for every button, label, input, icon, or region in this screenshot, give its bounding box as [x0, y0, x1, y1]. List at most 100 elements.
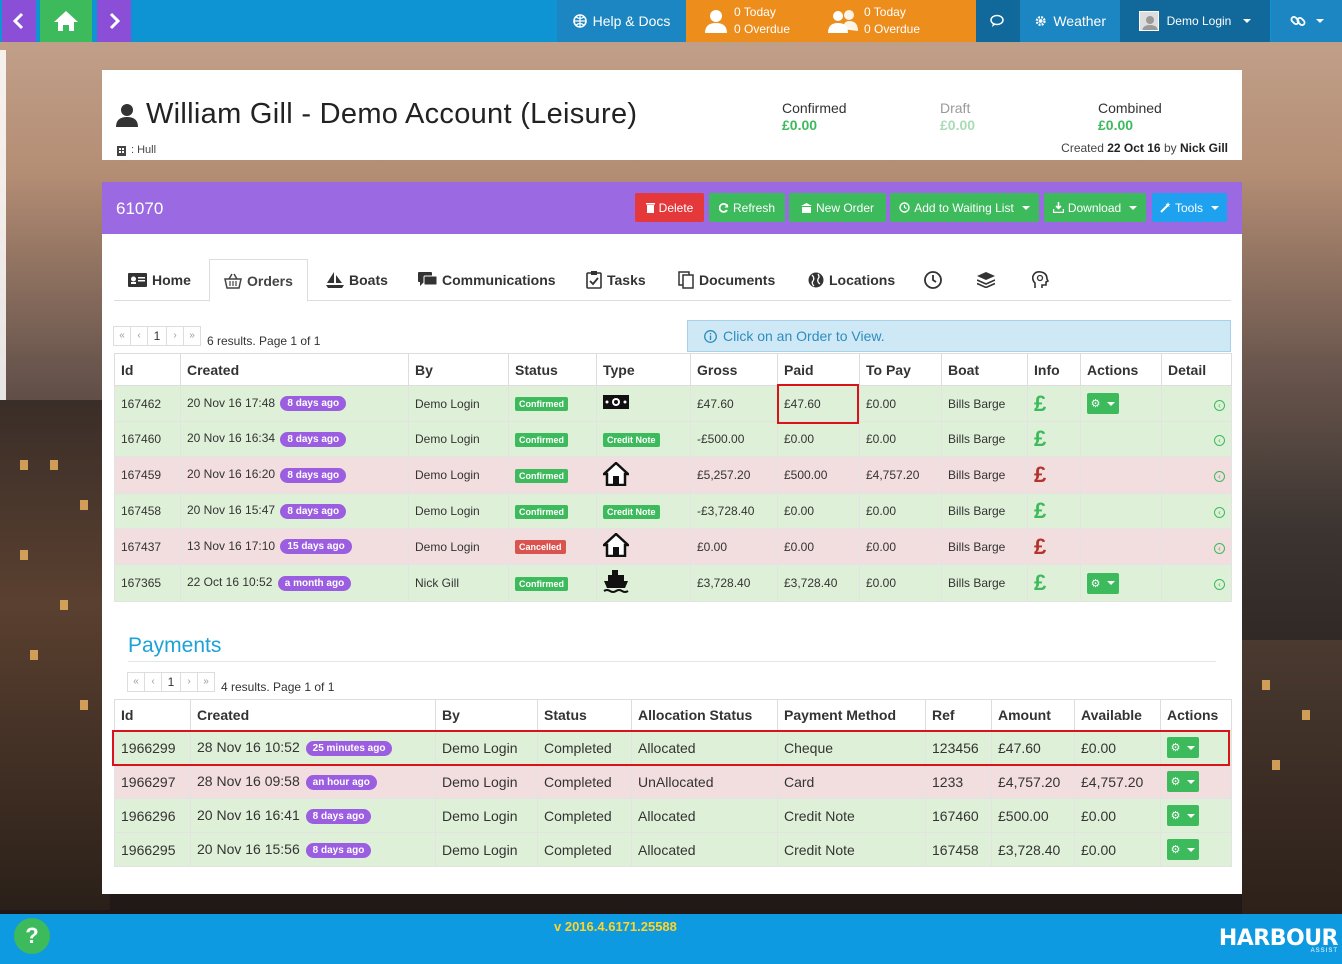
column-header[interactable]: Detail [1161, 353, 1232, 386]
user-alerts[interactable]: 0 Today 0 Overdue [704, 4, 790, 38]
column-header[interactable]: Gross [690, 353, 778, 386]
pound-icon[interactable]: £ [1034, 462, 1046, 487]
column-header[interactable]: Allocation Status [631, 699, 778, 731]
delete-button[interactable]: Delete [635, 193, 704, 222]
detail-arrow-icon[interactable]: ‹ [1214, 542, 1225, 554]
column-header[interactable]: Amount [991, 699, 1075, 731]
column-header[interactable]: Boat [941, 353, 1028, 386]
column-header[interactable]: Id [114, 353, 181, 386]
new-order-button[interactable]: New Order [789, 193, 886, 222]
first-page-button[interactable]: « [127, 672, 145, 692]
pound-icon[interactable]: £ [1034, 570, 1046, 595]
pound-icon[interactable]: £ [1034, 391, 1046, 416]
group-alerts[interactable]: 0 Today 0 Overdue [828, 4, 920, 38]
table-row[interactable]: 167460 20 Nov 16 16:34 8 days ago Demo L… [114, 421, 1232, 457]
tab-history[interactable] [924, 259, 942, 301]
table-row[interactable]: 167437 13 Nov 16 17:10 15 days ago Demo … [114, 528, 1232, 565]
tab-documents[interactable]: Documents [678, 259, 775, 301]
row-actions-button[interactable]: ⚙ [1167, 805, 1199, 826]
column-header[interactable]: Created [180, 353, 409, 386]
tools-button[interactable]: Tools [1152, 193, 1227, 222]
detail-arrow-icon[interactable]: ‹ [1214, 399, 1225, 411]
column-header[interactable]: To Pay [859, 353, 942, 386]
tab-orders[interactable]: Orders [209, 259, 308, 302]
order-info: £ [1027, 456, 1081, 494]
column-header[interactable]: By [408, 353, 509, 386]
table-row[interactable]: 167462 20 Nov 16 17:48 8 days ago Demo L… [114, 385, 1232, 422]
detail-arrow-icon[interactable]: ‹ [1214, 579, 1225, 590]
row-actions-button[interactable]: ⚙ [1167, 839, 1199, 860]
chat-button[interactable] [976, 0, 1020, 42]
next-page-button[interactable]: › [180, 672, 198, 692]
last-page-button[interactable]: » [197, 672, 215, 692]
prev-page-button[interactable]: ‹ [144, 672, 162, 692]
column-header[interactable]: Actions [1160, 699, 1232, 731]
column-header[interactable]: Actions [1080, 353, 1162, 386]
links-menu[interactable] [1271, 0, 1342, 42]
column-header[interactable]: Type [596, 353, 691, 386]
back-button[interactable] [2, 0, 36, 42]
tab-tasks[interactable]: Tasks [586, 259, 646, 301]
detail-arrow-icon[interactable]: ‹ [1214, 435, 1225, 446]
house-icon [600, 532, 632, 558]
weather-button[interactable]: Weather [1020, 0, 1120, 42]
first-page-button[interactable]: « [113, 326, 131, 346]
tab-communications[interactable]: Communications [418, 259, 556, 301]
prev-page-button[interactable]: ‹ [130, 326, 148, 346]
user-menu[interactable]: Demo Login [1120, 0, 1270, 42]
order-boat: Bills Barge [941, 528, 1028, 565]
payment-method: Credit Note [777, 798, 926, 833]
pound-icon[interactable]: £ [1034, 426, 1046, 451]
row-actions-button[interactable]: ⚙ [1087, 572, 1119, 594]
column-header[interactable]: Ref [925, 699, 992, 731]
table-row[interactable]: 167459 20 Nov 16 16:20 8 days ago Demo L… [114, 456, 1232, 494]
refresh-button[interactable]: Refresh [709, 193, 785, 222]
column-header[interactable]: Status [537, 699, 632, 731]
tab-home[interactable]: Home [128, 259, 191, 301]
account-title: William Gill - Demo Account (Leisure) [146, 98, 638, 130]
table-row[interactable]: 1966296 20 Nov 16 16:41 8 days ago Demo … [114, 798, 1232, 833]
globe-icon [808, 272, 824, 288]
row-actions-button[interactable]: ⚙ [1167, 771, 1199, 792]
pound-icon[interactable]: £ [1034, 534, 1046, 559]
column-header[interactable]: Status [508, 353, 597, 386]
help-chat-button[interactable]: ? [14, 918, 50, 954]
detail-arrow-icon[interactable]: ‹ [1214, 507, 1225, 518]
order-type: Credit Note [596, 421, 691, 457]
avatar [1138, 11, 1159, 31]
id-card-icon [128, 273, 147, 287]
forward-button[interactable] [97, 0, 131, 42]
column-header[interactable]: Paid [777, 353, 860, 386]
table-row[interactable]: 167458 20 Nov 16 15:47 8 days ago Demo L… [114, 493, 1232, 529]
page-number[interactable]: 1 [161, 672, 181, 692]
orders-table: Id Created By Status Type Gross Paid To … [114, 353, 1232, 602]
column-header[interactable]: By [435, 699, 538, 731]
user-label: Demo Login [1166, 14, 1232, 28]
tab-boats[interactable]: Boats [326, 259, 388, 301]
next-page-button[interactable]: › [166, 326, 184, 346]
detail-arrow-icon[interactable]: ‹ [1214, 471, 1225, 482]
table-row[interactable]: 1966297 28 Nov 16 09:58 an hour ago Demo… [114, 764, 1232, 799]
column-header[interactable]: Payment Method [777, 699, 926, 731]
order-topay: £0.00 [859, 528, 942, 565]
footer: ? v 2016.4.6171.25588 HARBOUR ASSIST [0, 914, 1342, 964]
order-paid: £0.00 [777, 528, 860, 565]
table-row[interactable]: 167365 22 Oct 16 10:52 a month ago Nick … [114, 564, 1232, 602]
download-button[interactable]: Download [1044, 193, 1146, 222]
column-header[interactable]: Available [1074, 699, 1161, 731]
tab-locations[interactable]: Locations [808, 259, 895, 301]
column-header[interactable]: Created [190, 699, 436, 731]
table-row[interactable]: 1966295 20 Nov 16 15:56 8 days ago Demo … [114, 832, 1232, 867]
tab-layers[interactable] [977, 259, 995, 301]
last-page-button[interactable]: » [183, 326, 201, 346]
help-docs-button[interactable]: Help & Docs [557, 0, 686, 42]
row-actions-button[interactable]: ⚙ [1087, 393, 1119, 414]
home-button[interactable] [40, 0, 92, 42]
pound-icon[interactable]: £ [1034, 498, 1046, 523]
column-header[interactable]: Info [1027, 353, 1081, 386]
created-date: 22 Oct 16 10:52 [187, 575, 273, 590]
tab-profile[interactable] [1031, 259, 1049, 301]
waiting-list-button[interactable]: Add to Waiting List [890, 193, 1039, 222]
page-number[interactable]: 1 [147, 326, 167, 346]
column-header[interactable]: Id [114, 699, 191, 731]
